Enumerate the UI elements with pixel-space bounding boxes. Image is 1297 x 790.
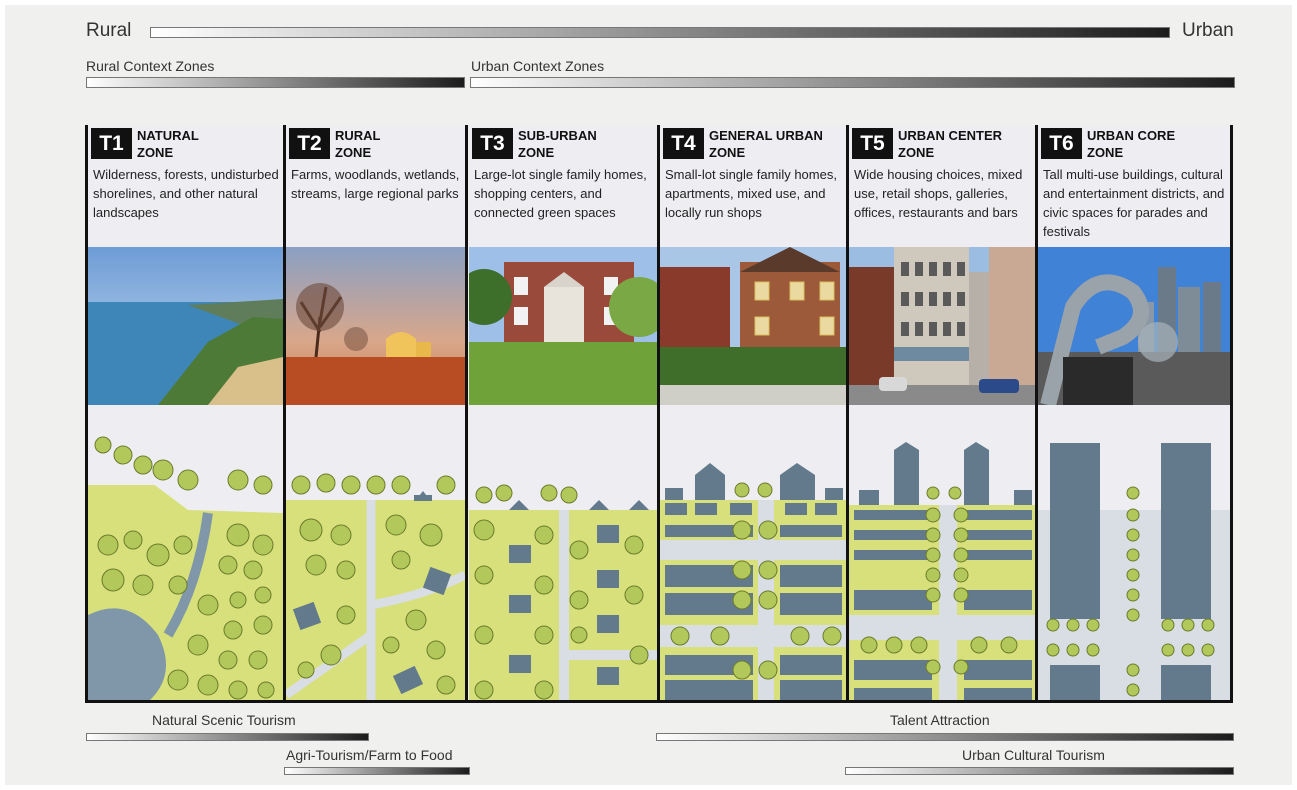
divider-right xyxy=(1230,125,1233,703)
zone-t3-photo xyxy=(469,247,657,405)
zone-t3-column: T3 SUB-URBAN ZONE Large-lot single family… xyxy=(469,125,657,702)
zone-t1-column: T1 NATURAL ZONE Wilderness, forests, undi… xyxy=(88,125,283,702)
zone-t1-name-line1: NATURAL xyxy=(137,128,199,143)
zone-t4-description: Small-lot single family homes, apartment… xyxy=(665,167,837,220)
zone-t4-name-line2: ZONE xyxy=(709,145,746,160)
zone-t4-plan xyxy=(660,405,846,702)
zone-t1-name-line2: ZONE xyxy=(137,145,174,160)
divider-left xyxy=(85,125,88,703)
urban-context-zones-bar xyxy=(470,77,1235,88)
zone-t5-column: T5 URBAN CENTER ZONE Wide housing choices… xyxy=(849,125,1035,702)
plan-bottom-edge xyxy=(85,700,1233,703)
zone-t3-name-line1: SUB-URBAN xyxy=(518,128,597,143)
zone-t4-photo xyxy=(660,247,846,405)
zone-t1-header: T1 NATURAL ZONE Wilderness, forests, undi… xyxy=(88,125,283,247)
agri-tourism-label: Agri-Tourism/Farm to Food xyxy=(286,747,453,763)
zone-t4-name: GENERAL URBAN ZONE xyxy=(709,127,823,161)
zone-t2-name-line2: ZONE xyxy=(335,145,372,160)
zone-t5-name-line2: ZONE xyxy=(898,145,935,160)
zone-t4-name-line1: GENERAL URBAN xyxy=(709,128,823,143)
urban-context-zones-label: Urban Context Zones xyxy=(471,58,605,74)
zone-t3-description: Large-lot single family homes, shopping … xyxy=(474,167,647,220)
agri-tourism-bar xyxy=(284,767,470,775)
zone-t3-badge: T3 xyxy=(472,128,513,159)
zone-t1-name: NATURAL ZONE xyxy=(137,127,199,161)
zone-t2-name: RURAL ZONE xyxy=(335,127,381,161)
zone-t6-header: T6 URBAN CORE ZONE Tall multi-use buildin… xyxy=(1038,125,1230,247)
zone-t1-description: Wilderness, forests, undisturbed shoreli… xyxy=(93,167,279,220)
zone-t6-photo xyxy=(1038,247,1230,405)
zone-t5-name-line1: URBAN CENTER xyxy=(898,128,1002,143)
zone-t5-plan xyxy=(849,405,1035,702)
zone-t5-badge: T5 xyxy=(852,128,893,159)
zone-t3-name-line2: ZONE xyxy=(518,145,555,160)
zone-t6-column: T6 URBAN CORE ZONE Tall multi-use buildin… xyxy=(1038,125,1230,702)
zone-t6-badge: T6 xyxy=(1041,128,1082,159)
zone-t4-badge: T4 xyxy=(663,128,704,159)
rural-context-zones-label: Rural Context Zones xyxy=(86,58,215,74)
zone-t4-header: T4 GENERAL URBAN ZONE Small-lot single fa… xyxy=(660,125,846,247)
zone-t6-plan xyxy=(1038,405,1230,702)
zone-t5-photo xyxy=(849,247,1035,405)
rural-context-zones-bar xyxy=(86,77,465,88)
zone-t2-column: T2 RURAL ZONE Farms, woodlands, wetlands,… xyxy=(286,125,465,702)
zone-t1-photo xyxy=(88,247,283,405)
zone-t6-name: URBAN CORE ZONE xyxy=(1087,127,1175,161)
zone-t4-column: T4 GENERAL URBAN ZONE Small-lot single fa… xyxy=(660,125,846,702)
divider-t1-t2 xyxy=(283,125,286,703)
urban-label: Urban xyxy=(1182,20,1234,41)
zone-t2-name-line1: RURAL xyxy=(335,128,381,143)
rural-urban-gradient-bar xyxy=(150,27,1170,38)
talent-attraction-label: Talent Attraction xyxy=(890,712,990,728)
zone-t6-description: Tall multi-use buildings, cultural and e… xyxy=(1043,167,1225,239)
zone-t6-name-line1: URBAN CORE xyxy=(1087,128,1176,143)
zone-t5-header: T5 URBAN CENTER ZONE Wide housing choices… xyxy=(849,125,1035,247)
talent-attraction-bar xyxy=(656,733,1234,741)
natural-scenic-tourism-label: Natural Scenic Tourism xyxy=(152,712,296,728)
zone-t2-photo xyxy=(286,247,465,405)
zone-t2-header: T2 RURAL ZONE Farms, woodlands, wetlands,… xyxy=(286,125,465,247)
zone-t5-description: Wide housing choices, mixed use, retail … xyxy=(854,167,1023,220)
zone-t2-badge: T2 xyxy=(289,128,330,159)
zone-t3-header: T3 SUB-URBAN ZONE Large-lot single family… xyxy=(469,125,657,247)
divider-t4-t5 xyxy=(846,125,849,703)
zone-t3-name: SUB-URBAN ZONE xyxy=(518,127,597,161)
zone-t6-name-line2: ZONE xyxy=(1087,145,1124,160)
urban-cultural-tourism-bar xyxy=(845,767,1234,775)
zone-t2-description: Farms, woodlands, wetlands, streams, lar… xyxy=(291,167,460,201)
zone-t1-plan xyxy=(88,405,283,702)
zone-t5-name: URBAN CENTER ZONE xyxy=(898,127,1002,161)
divider-t2-t3 xyxy=(465,125,468,703)
divider-t5-t6 xyxy=(1035,125,1038,703)
urban-cultural-tourism-label: Urban Cultural Tourism xyxy=(962,747,1105,763)
zone-t3-plan xyxy=(469,405,657,702)
zone-t2-plan xyxy=(286,405,465,702)
divider-t3-t4 xyxy=(657,125,660,703)
natural-scenic-tourism-bar xyxy=(86,733,369,741)
rural-label: Rural xyxy=(86,20,132,41)
zone-t1-badge: T1 xyxy=(91,128,132,159)
